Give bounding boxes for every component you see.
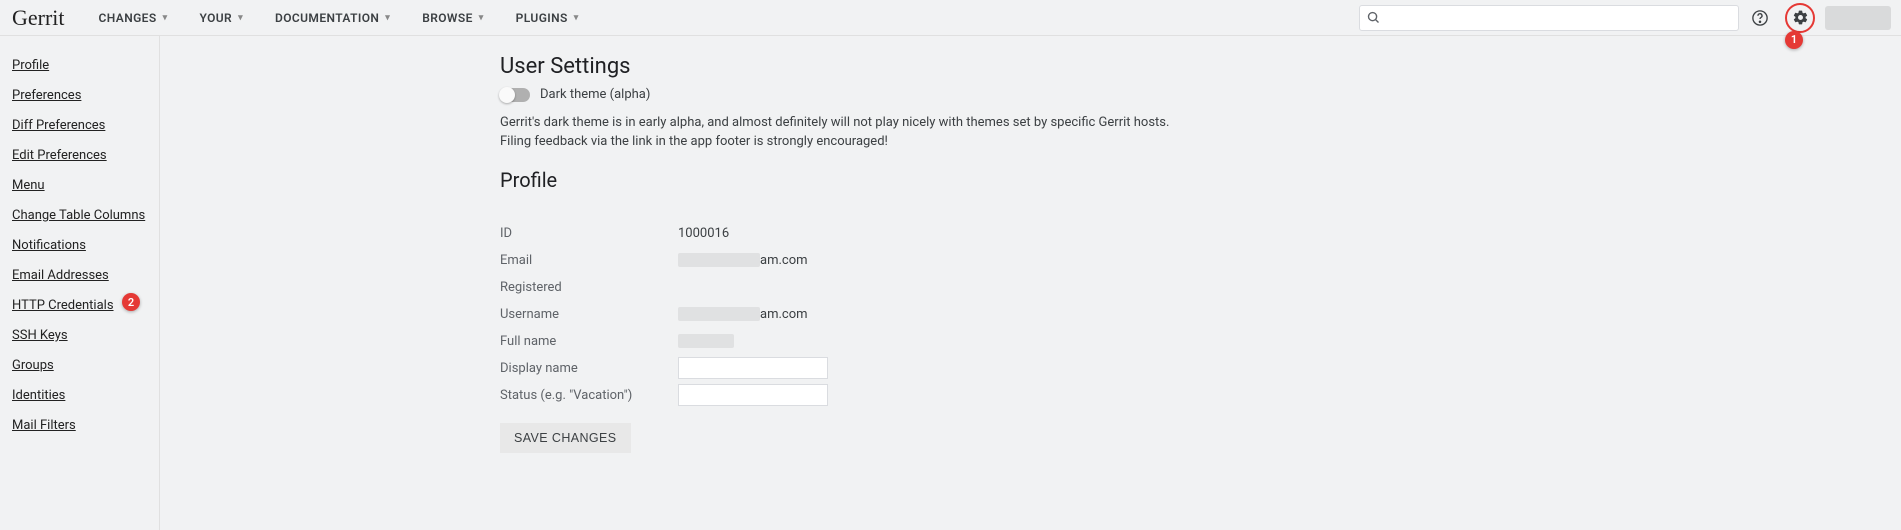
field-label-displayname: Display name [500, 361, 678, 376]
field-label-fullname: Full name [500, 334, 678, 349]
nav-plugins-label: PLUGINS [516, 11, 568, 25]
username-suffix: am.com [760, 307, 808, 322]
field-label-email: Email [500, 253, 678, 268]
sidebar-item-menu[interactable]: Menu [12, 178, 45, 193]
sidebar-item-identities[interactable]: Identities [12, 388, 65, 403]
sidebar-item-groups[interactable]: Groups [12, 358, 54, 373]
field-row-email: Email am.com [500, 247, 1901, 274]
sidebar-item-preferences[interactable]: Preferences [12, 88, 81, 103]
settings-button-wrap: 1 [1779, 3, 1815, 33]
field-row-fullname: Full name [500, 328, 1901, 355]
nav-documentation[interactable]: DOCUMENTATION ▾ [259, 0, 406, 36]
email-suffix: am.com [760, 253, 808, 268]
field-row-id: ID 1000016 [500, 220, 1901, 247]
chevron-down-icon: ▾ [479, 13, 484, 23]
sidebar-item-notifications[interactable]: Notifications [12, 238, 86, 253]
nav-your-label: YOUR [199, 11, 232, 25]
nav-plugins[interactable]: PLUGINS ▾ [500, 0, 595, 36]
field-value-fullname [678, 334, 734, 349]
field-value-id: 1000016 [678, 226, 729, 241]
sidebar-item-http-credentials[interactable]: HTTP Credentials [12, 298, 114, 313]
chevron-down-icon: ▾ [574, 13, 579, 23]
sidebar-item-email-addresses[interactable]: Email Addresses [12, 268, 109, 283]
chevron-down-icon: ▾ [163, 13, 168, 23]
chevron-down-icon: ▾ [385, 13, 390, 23]
top-bar: Gerrit CHANGES ▾ YOUR ▾ DOCUMENTATION ▾ BRO… [0, 0, 1901, 36]
section-title-profile: Profile [500, 168, 1901, 192]
field-row-status: Status (e.g. "Vacation") [500, 382, 1901, 409]
search-icon [1366, 10, 1381, 25]
nav-browse-label: BROWSE [422, 11, 473, 25]
chevron-down-icon: ▾ [238, 13, 243, 23]
dark-theme-row: Dark theme (alpha) [500, 87, 1901, 102]
brand-logo[interactable]: Gerrit [12, 5, 65, 31]
top-nav: CHANGES ▾ YOUR ▾ DOCUMENTATION ▾ BROWSE ▾ PL… [83, 0, 595, 36]
field-row-registered: Registered [500, 274, 1901, 301]
sidebar-item-change-table-columns[interactable]: Change Table Columns [12, 208, 145, 223]
display-name-input[interactable] [678, 357, 828, 379]
dark-theme-note: Gerrit's dark theme is in early alpha, a… [500, 114, 1180, 152]
field-label-registered: Registered [500, 280, 678, 295]
field-row-username: Username am.com [500, 301, 1901, 328]
nav-documentation-label: DOCUMENTATION [275, 11, 379, 25]
settings-sidebar: Profile Preferences Diff Preferences Edi… [0, 36, 160, 530]
nav-changes-label: CHANGES [99, 11, 157, 25]
gear-icon [1792, 9, 1809, 26]
nav-changes[interactable]: CHANGES ▾ [83, 0, 184, 36]
annotation-badge-2: 2 [122, 293, 140, 311]
help-icon [1751, 9, 1769, 27]
field-value-email: am.com [678, 253, 808, 268]
sidebar-item-diff-preferences[interactable]: Diff Preferences [12, 118, 105, 133]
save-changes-button[interactable]: SAVE CHANGES [500, 423, 631, 453]
field-value-username: am.com [678, 307, 808, 322]
search-box[interactable] [1359, 5, 1739, 31]
settings-button[interactable] [1785, 3, 1815, 33]
status-input[interactable] [678, 384, 828, 406]
nav-your[interactable]: YOUR ▾ [183, 0, 259, 36]
sidebar-item-profile[interactable]: Profile [12, 58, 49, 73]
field-label-username: Username [500, 307, 678, 322]
page-title: User Settings [500, 54, 1901, 79]
field-label-id: ID [500, 226, 678, 241]
user-menu[interactable] [1825, 6, 1891, 30]
sidebar-item-edit-preferences[interactable]: Edit Preferences [12, 148, 107, 163]
search-input[interactable] [1387, 10, 1732, 25]
sidebar-item-mail-filters[interactable]: Mail Filters [12, 418, 76, 433]
field-row-displayname: Display name [500, 355, 1901, 382]
field-label-status: Status (e.g. "Vacation") [500, 388, 678, 403]
dark-theme-label: Dark theme (alpha) [540, 87, 650, 102]
help-button[interactable] [1747, 5, 1773, 31]
dark-theme-toggle[interactable] [500, 88, 530, 102]
main-content: User Settings Dark theme (alpha) Gerrit'… [160, 36, 1901, 530]
sidebar-item-ssh-keys[interactable]: SSH Keys [12, 328, 68, 343]
annotation-badge-1: 1 [1785, 31, 1803, 49]
nav-browse[interactable]: BROWSE ▾ [406, 0, 499, 36]
